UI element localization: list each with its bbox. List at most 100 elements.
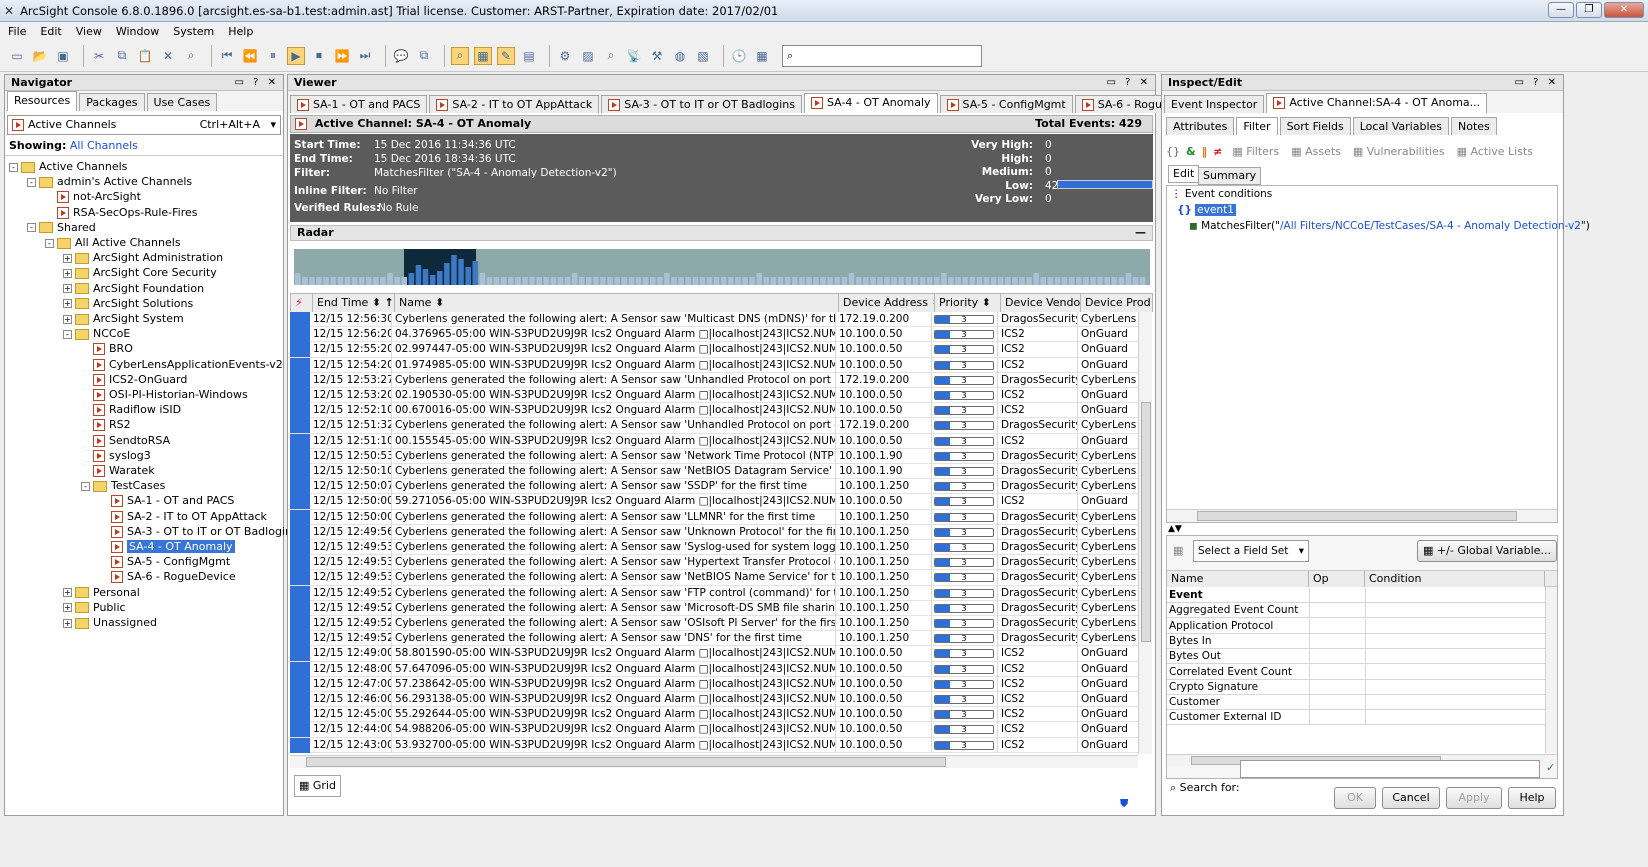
table-row[interactable]: 12/15 12:50:07 Cyberlens generated the fo… <box>290 479 1138 495</box>
expand-icon[interactable]: + <box>63 253 72 263</box>
tools-icon[interactable]: ⚒ <box>648 47 666 65</box>
conditions-scrollbar[interactable] <box>1167 509 1557 522</box>
clock-icon[interactable]: 🕒 <box>730 47 748 65</box>
tab-viewer-2[interactable]: SA-2 - IT to OT AppAttack <box>429 95 600 113</box>
chart-icon[interactable]: ▨ <box>579 47 597 65</box>
play-icon[interactable]: ▶ <box>287 46 305 65</box>
delete-icon[interactable]: ✕ <box>159 47 177 65</box>
filter-path-link[interactable]: /All Filters/NCCoE/TestCases/SA-4 - Anom… <box>1280 220 1581 232</box>
tab-active-channel-inspect[interactable]: Active Channel:SA-4 - OT Anoma... <box>1266 93 1488 113</box>
cut-icon[interactable]: ✂ <box>90 47 108 65</box>
menu-edit[interactable]: Edit <box>40 25 61 38</box>
tree-node[interactable]: RSA-SecOps-Rule-Fires <box>45 205 198 220</box>
globe-icon[interactable]: ◍ <box>671 47 689 65</box>
splitter-arrows-icon[interactable]: ▲▼ <box>1168 524 1182 534</box>
grid-horizontal-scrollbar[interactable] <box>290 755 1138 768</box>
vulnerabilities-button[interactable]: ▦ Vulnerabilities <box>1353 145 1445 158</box>
tab-attributes[interactable]: Attributes <box>1166 117 1235 135</box>
tab-summary[interactable]: Summary <box>1198 167 1262 185</box>
paste-icon[interactable]: 📋 <box>136 47 154 65</box>
global-variable-button[interactable]: ▦ +/- Global Variable... <box>1417 540 1557 562</box>
checkmark-icon[interactable]: ✓ <box>1546 761 1555 774</box>
table-row[interactable]: 12/15 12:43:00 53.932700-05:00 WIN-S3PUD2… <box>290 737 1138 753</box>
tab-resources[interactable]: Resources <box>7 91 78 111</box>
tab-notes[interactable]: Notes <box>1451 117 1497 135</box>
cancel-button[interactable]: Cancel <box>1382 787 1440 809</box>
braces-icon[interactable]: {} <box>1166 145 1180 158</box>
table-row[interactable]: 12/15 12:56:30 Cyberlens generated the fo… <box>290 312 1138 328</box>
event-node[interactable]: event1 <box>1195 204 1236 216</box>
tree-node[interactable]: + ArcSight Solutions <box>63 296 193 311</box>
grid-vertical-scrollbar[interactable] <box>1138 312 1152 754</box>
rewind-icon[interactable]: ⏪ <box>241 47 259 65</box>
windows-icon[interactable]: ⧉ <box>415 47 433 65</box>
tree-node[interactable]: SA-4 - OT Anomaly <box>99 539 235 554</box>
tab-edit[interactable]: Edit <box>1168 165 1200 183</box>
menu-window[interactable]: Window <box>116 25 159 38</box>
table-row[interactable]: 12/15 12:54:20 01.974985-05:00 WIN-S3PUD2… <box>290 357 1138 373</box>
tree-node[interactable]: + ArcSight Foundation <box>63 281 204 296</box>
field-row[interactable]: Event <box>1167 588 1545 603</box>
tree-node[interactable]: OSI-PI-Historian-Windows <box>81 387 248 402</box>
tree-node[interactable]: ICS2-OnGuard <box>81 372 187 387</box>
tab-packages[interactable]: Packages <box>79 93 145 111</box>
tab-viewer-4[interactable]: SA-4 - OT Anomaly <box>803 93 938 113</box>
tree-node[interactable]: + Unassigned <box>63 615 157 630</box>
zoom-icon[interactable]: ⌕ <box>451 46 469 65</box>
calendar-icon[interactable]: ▦ <box>753 47 771 65</box>
tree-node[interactable]: SA-6 - RogueDevice <box>99 569 236 584</box>
filters-button[interactable]: ▦ Filters <box>1232 145 1279 158</box>
tab-sort-fields[interactable]: Sort Fields <box>1279 117 1351 135</box>
tree-node[interactable]: SA-3 - OT to IT or OT Badlogins <box>99 524 298 539</box>
save-icon[interactable]: ▣ <box>54 47 72 65</box>
close-button[interactable]: ✕ <box>1604 2 1644 18</box>
tab-grid[interactable]: ▦ Grid <box>294 775 341 797</box>
tree-node[interactable]: SendtoRSA <box>81 433 170 448</box>
tree-node[interactable]: - admin's Active Channels <box>27 174 192 189</box>
tree-node[interactable]: SA-5 - ConfigMgmt <box>99 554 230 569</box>
tree-node[interactable]: - NCCoE <box>63 326 130 341</box>
tree-node[interactable]: not-ArcSight <box>45 189 141 204</box>
tab-filter[interactable]: Filter <box>1236 117 1278 135</box>
collapse-icon[interactable]: - <box>63 329 72 339</box>
tree-node[interactable]: + Personal <box>63 585 140 600</box>
broadcast-icon[interactable]: 📡 <box>625 47 643 65</box>
table-row[interactable]: 12/15 12:49:52 Cyberlens generated the fo… <box>290 600 1138 616</box>
tree-node[interactable]: SA-1 - OT and PACS <box>99 493 234 508</box>
collapse-icon[interactable]: - <box>9 162 18 172</box>
open-icon[interactable]: 📂 <box>31 47 49 65</box>
find-icon[interactable]: ⌕ <box>182 47 200 65</box>
table-row[interactable]: 12/15 12:49:53 Cyberlens generated the fo… <box>290 540 1138 556</box>
tree-node[interactable]: - TestCases <box>81 478 165 493</box>
active-lists-button[interactable]: ▦ Active Lists <box>1457 145 1533 158</box>
tree-node[interactable]: Radiflow iSID <box>81 402 181 417</box>
pause-icon[interactable]: ⏸ <box>264 47 282 65</box>
collapse-icon[interactable]: - <box>27 177 36 187</box>
tab-viewer-3[interactable]: SA-3 - OT to IT or OT Badlogins <box>601 95 802 113</box>
minimize-button[interactable]: — <box>1548 2 1574 18</box>
assets-button[interactable]: ▦ Assets <box>1291 145 1341 158</box>
tree-node[interactable]: - Shared <box>27 220 96 235</box>
menu-view[interactable]: View <box>76 25 102 38</box>
table-row[interactable]: 12/15 12:49:53 Cyberlens generated the fo… <box>290 570 1138 586</box>
collapse-icon[interactable]: - <box>81 481 90 491</box>
expand-icon[interactable]: + <box>63 299 72 309</box>
tree-node[interactable]: + ArcSight System <box>63 311 184 326</box>
table-row[interactable]: 12/15 12:50:00 Cyberlens generated the fo… <box>290 509 1138 525</box>
table-row[interactable]: 12/15 12:49:52 Cyberlens generated the fo… <box>290 616 1138 632</box>
table-row[interactable]: 12/15 12:55:20 02.997447-05:00 WIN-S3PUD2… <box>290 342 1138 358</box>
table-row[interactable]: 12/15 12:50:00 59.271056-05:00 WIN-S3PUD2… <box>290 494 1138 510</box>
stop-icon[interactable]: ⏹ <box>310 47 328 65</box>
table-row[interactable]: 12/15 12:49:00 58.801590-05:00 WIN-S3PUD2… <box>290 646 1138 662</box>
or-icon[interactable]: ‖ <box>1202 145 1208 158</box>
edit-icon[interactable]: ✎ <box>497 46 515 65</box>
ok-button[interactable]: OK <box>1334 787 1376 809</box>
tree-node[interactable]: syslog3 <box>81 448 151 463</box>
field-row[interactable]: Crypto Signature <box>1167 679 1545 695</box>
toolbar-search-input[interactable]: ⌕ <box>782 44 982 67</box>
col-priority[interactable]: Priority ⬍ <box>935 294 1001 312</box>
table-row[interactable]: 12/15 12:50:53 Cyberlens generated the fo… <box>290 448 1138 464</box>
help-button[interactable]: Help <box>1508 787 1556 809</box>
tree-node[interactable]: BRO <box>81 341 133 356</box>
grid-icon[interactable]: ▦ <box>474 46 492 65</box>
